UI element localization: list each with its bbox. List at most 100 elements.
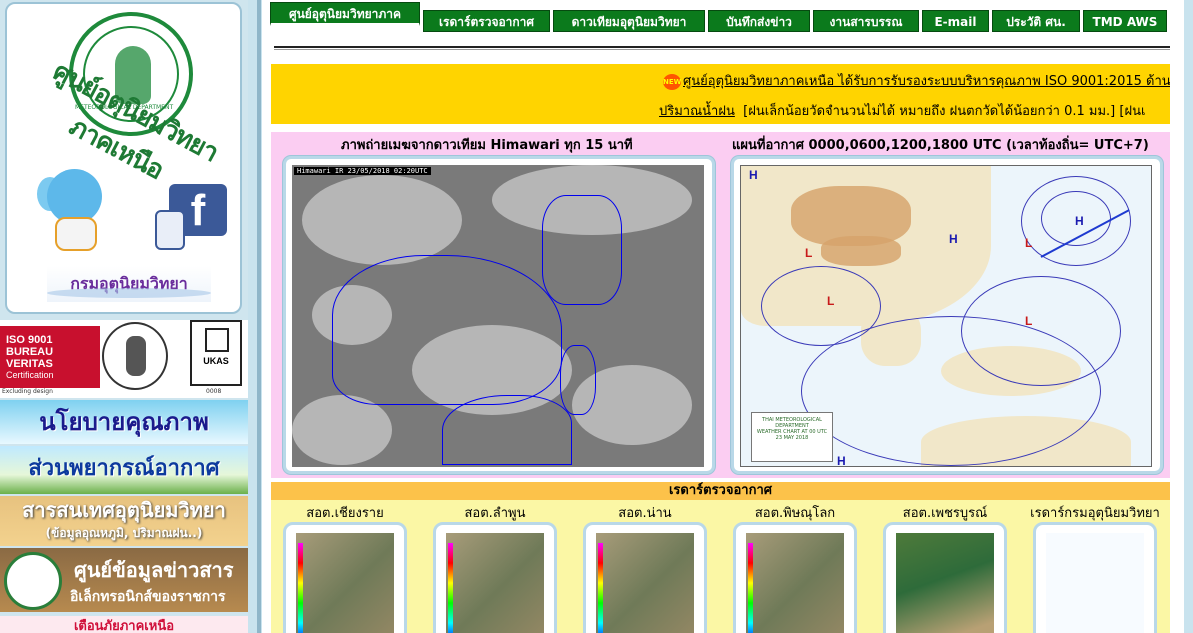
bv-cert: Certification (6, 370, 54, 380)
rainfall-note: [ฝนเล็กน้อยวัดจำนวนไม่ได้ หมายถึง ฝนตกวั… (743, 104, 1146, 119)
radar-frame (283, 522, 407, 633)
coastline (442, 395, 572, 465)
nav-satellite[interactable]: ดาวเทียมอุตุนิยมวิทยา (553, 10, 705, 32)
nav-regional-center[interactable]: ศูนย์อุตุนิยมวิทยาภาค (270, 2, 420, 26)
radar-header: เรดาร์ตรวจอากาศ (271, 482, 1170, 500)
elephant-mascot-icon (37, 169, 109, 257)
bv-note: Excluding design (2, 388, 53, 395)
isobar (801, 316, 1101, 466)
high-pressure-label: H (749, 168, 758, 182)
color-scale (448, 543, 453, 633)
main-content: ศูนย์อุตุนิยมวิทยาภาค เรดาร์ตรวจอากาศ ดา… (262, 0, 1184, 633)
high-terrain (821, 236, 901, 266)
nav-divider (274, 46, 1170, 48)
low-pressure-label: L (1025, 314, 1033, 328)
low-pressure-label: L (805, 246, 813, 260)
met-info-banner[interactable]: สารสนเทศอุตุนิยมวิทยา (ข้อมูลอุณหภูมิ, ป… (0, 496, 248, 546)
surface-weather-map[interactable]: H H H H L L L L THAI METEOROLOGICAL DEPA… (740, 165, 1152, 467)
radar-frame (583, 522, 707, 633)
color-scale (748, 543, 753, 633)
legend-org: THAI METEOROLOGICAL DEPARTMENT (762, 417, 822, 429)
sidebar: METEOROLOGICAL DEPARTMENT ศูนย์อุตุนิยมว… (0, 0, 248, 633)
bureau-veritas-box: ISO 9001 BUREAU VERITAS Certification (0, 326, 100, 388)
met-info-title: สารสนเทศอุตุนิยมวิทยา (22, 498, 226, 522)
low-pressure-label: L (1025, 236, 1033, 250)
quality-policy-banner[interactable]: นโยบายคุณภาพ (0, 400, 248, 444)
new-badge-icon: NEW (663, 73, 681, 90)
ukas-crown-icon (205, 328, 229, 352)
cloud (302, 175, 462, 265)
mascot-head (47, 169, 102, 224)
satellite-title: ภาพถ่ายเมฆจากดาวเทียม Himawari ทุก 15 นา… (341, 138, 633, 153)
nav-divider-thin (274, 49, 1170, 50)
ticker-line-2[interactable]: ปริมาณน้ำฝน [ฝนเล็กน้อยวัดจำนวนไม่ได้ หม… (659, 100, 1145, 121)
radar-image[interactable] (296, 533, 394, 633)
ticker-iso-link[interactable]: ศูนย์อุตุนิยมวิทยาภาคเหนือ ได้รับการรับร… (683, 74, 1170, 89)
egov-title: ศูนย์ข้อมูลข่าวสาร (74, 558, 234, 582)
iso-certification-badge[interactable]: ISO 9001 BUREAU VERITAS Certification UK… (0, 320, 248, 398)
radar-panel: เรดาร์ตรวจอากาศ สอต.เชียงราย สอต.ลำพูน ส… (271, 482, 1170, 633)
radar-label: สอต.ลำพูน (464, 506, 526, 521)
high-pressure-label: H (1075, 214, 1084, 228)
met-info-subtitle: (ข้อมูลอุณหภูมิ, ปริมาณฝน..) (45, 526, 203, 540)
like-thumb-icon[interactable] (155, 210, 185, 250)
nav-correspondence[interactable]: งานสารบรรณ (813, 10, 919, 32)
high-pressure-label: H (837, 454, 846, 467)
satellite-frame: Himawari IR 23/05/2018 02:20UTC (283, 156, 715, 474)
radar-image[interactable] (446, 533, 544, 633)
egov-info-center-banner[interactable]: ศูนย์ข้อมูลข่าวสาร อิเล็กทรอนิกส์ของราชก… (0, 548, 248, 612)
nav-email[interactable]: E-mail (922, 10, 989, 32)
radar-label: สอต.เพชรบูรณ์ (902, 506, 988, 521)
radar-label: สอต.น่าน (618, 506, 672, 521)
high-pressure-label: H (949, 232, 958, 246)
radar-frame (733, 522, 857, 633)
coastline (332, 255, 562, 405)
weather-map-frame: H H H H L L L L THAI METEOROLOGICAL DEPA… (731, 156, 1163, 474)
column-divider (257, 0, 261, 633)
forecast-division-banner[interactable]: ส่วนพยากรณ์อากาศ (0, 446, 248, 494)
radar-image[interactable] (1046, 533, 1144, 633)
rainfall-link[interactable]: ปริมาณน้ำฝน (659, 104, 735, 119)
emblem-figure (126, 336, 146, 376)
bureau-veritas-emblem-icon (102, 322, 168, 390)
ukas-label: UKAS (203, 356, 229, 366)
coastline (542, 195, 622, 305)
legend-date: 23 MAY 2018 (775, 435, 809, 441)
tmd-logo[interactable]: กรมอุตุนิยมวิทยา (47, 266, 211, 302)
cloud (292, 395, 392, 465)
map-legend: THAI METEOROLOGICAL DEPARTMENT WEATHER C… (751, 412, 833, 462)
news-ticker[interactable]: NEW ศูนย์อุตุนิยมวิทยาภาคเหนือ ได้รับการร… (271, 64, 1170, 124)
coastline (560, 345, 596, 415)
weather-map-title: แผนที่อากาศ 0000,0600,1200,1800 UTC (เวล… (732, 138, 1149, 153)
radar-label: เรดาร์กรมอุตุนิยมวิทยา (1030, 506, 1160, 521)
nav-history[interactable]: ประวัติ ศน. (992, 10, 1080, 32)
nav-tmd-aws[interactable]: TMD AWS (1083, 10, 1167, 32)
satellite-timestamp: Himawari IR 23/05/2018 02:20UTC (294, 167, 431, 175)
ukas-code: 0008 (206, 388, 222, 395)
low-pressure-label: L (827, 294, 835, 308)
radar-frame (1033, 522, 1157, 633)
logo-panel: METEOROLOGICAL DEPARTMENT ศูนย์อุตุนิยมว… (5, 2, 242, 314)
ukas-mark: UKAS (190, 320, 242, 386)
bv-name: BUREAU VERITAS (6, 346, 54, 370)
color-scale (298, 543, 303, 633)
color-scale (598, 543, 603, 633)
egov-subtitle: อิเล็กทรอนิกส์ของราชการ (70, 589, 226, 605)
bv-iso-label: ISO 9001 (6, 334, 53, 346)
radar-label: สอต.พิษณุโลก (754, 506, 836, 521)
nav-report-log[interactable]: บันทึกส่งข่าว (708, 10, 810, 32)
nav-weather-radar[interactable]: เรดาร์ตรวจอากาศ (423, 10, 550, 32)
ticker-line-1[interactable]: NEW ศูนย์อุตุนิยมวิทยาภาคเหนือ ได้รับการร… (663, 70, 1170, 91)
imagery-panel: ภาพถ่ายเมฆจากดาวเทียม Himawari ทุก 15 นา… (271, 132, 1170, 478)
radar-image[interactable] (746, 533, 844, 633)
himawari-satellite-image[interactable]: Himawari IR 23/05/2018 02:20UTC (292, 165, 704, 467)
radar-image[interactable] (896, 533, 994, 633)
radar-frame (883, 522, 1007, 633)
government-emblem-icon (4, 552, 62, 610)
radar-image[interactable] (596, 533, 694, 633)
mascot-body (55, 217, 97, 251)
radar-label: สอต.เชียงราย (306, 506, 384, 521)
northern-warning-banner[interactable]: เตือนภัยภาคเหนือ (0, 616, 248, 633)
logo-swirl (47, 288, 211, 298)
radar-frame (433, 522, 557, 633)
